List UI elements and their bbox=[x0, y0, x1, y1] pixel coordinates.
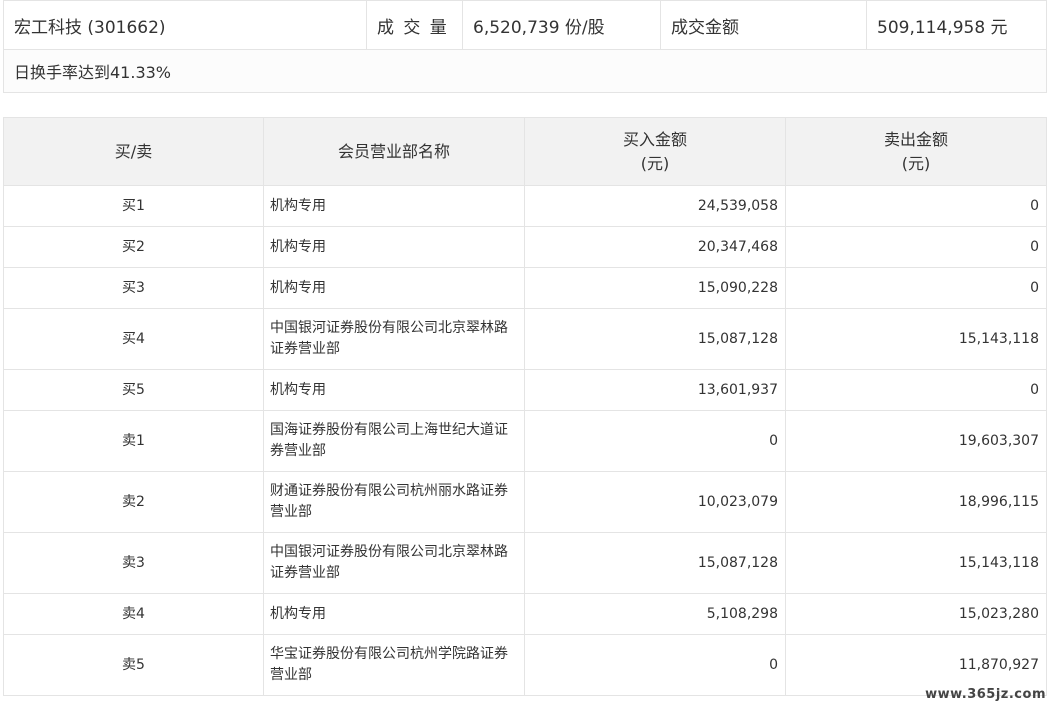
row-sell-amount: 15,143,118 bbox=[785, 308, 1047, 370]
row-sell-amount: 19,603,307 bbox=[785, 410, 1047, 472]
trading-detail-table: 买/卖 会员营业部名称 买入金额 (元) 卖出金额 (元) 买1 机构专用 24… bbox=[3, 117, 1047, 696]
row-side: 卖4 bbox=[3, 593, 264, 635]
row-sell-amount: 0 bbox=[785, 267, 1047, 309]
row-side: 买1 bbox=[3, 185, 264, 227]
row-buy-amount: 20,347,468 bbox=[524, 226, 786, 268]
amount-value: 509,114,958 元 bbox=[866, 0, 1047, 50]
row-buy-amount: 0 bbox=[524, 410, 786, 472]
row-buy-amount: 24,539,058 bbox=[524, 185, 786, 227]
row-side: 买5 bbox=[3, 369, 264, 411]
row-buy-amount: 13,601,937 bbox=[524, 369, 786, 411]
row-sell-amount: 15,023,280 bbox=[785, 593, 1047, 635]
summary-note-row: 日换手率达到41.33% bbox=[3, 49, 1047, 93]
row-member-name: 机构专用 bbox=[263, 226, 525, 268]
amount-label: 成交金额 bbox=[660, 0, 867, 50]
row-member-name: 机构专用 bbox=[263, 185, 525, 227]
row-side: 买4 bbox=[3, 308, 264, 370]
row-side: 卖3 bbox=[3, 532, 264, 594]
header-buy-amount: 买入金额 (元) bbox=[524, 117, 786, 186]
row-member-name: 财通证券股份有限公司杭州丽水路证券营业部 bbox=[263, 471, 525, 533]
row-side: 买2 bbox=[3, 226, 264, 268]
row-member-name: 机构专用 bbox=[263, 267, 525, 309]
row-buy-amount: 15,087,128 bbox=[524, 532, 786, 594]
row-side: 买3 bbox=[3, 267, 264, 309]
table-row: 卖2 财通证券股份有限公司杭州丽水路证券营业部 10,023,079 18,99… bbox=[3, 471, 1047, 533]
row-buy-amount: 15,087,128 bbox=[524, 308, 786, 370]
row-sell-amount: 0 bbox=[785, 185, 1047, 227]
row-buy-amount: 10,023,079 bbox=[524, 471, 786, 533]
row-sell-amount: 18,996,115 bbox=[785, 471, 1047, 533]
row-member-name: 机构专用 bbox=[263, 369, 525, 411]
table-row: 买1 机构专用 24,539,058 0 bbox=[3, 185, 1047, 227]
header-sell-amount: 卖出金额 (元) bbox=[785, 117, 1047, 186]
header-sell-label: 卖出金额 bbox=[883, 129, 948, 149]
summary-table: 宏工科技 (301662) 成 交 量 6,520,739 份/股 成交金额 5… bbox=[3, 0, 1047, 93]
header-side: 买/卖 bbox=[3, 117, 264, 186]
row-member-name: 机构专用 bbox=[263, 593, 525, 635]
table-row: 卖1 国海证券股份有限公司上海世纪大道证券营业部 0 19,603,307 bbox=[3, 410, 1047, 472]
row-buy-amount: 15,090,228 bbox=[524, 267, 786, 309]
row-sell-amount: 0 bbox=[785, 369, 1047, 411]
row-side: 卖1 bbox=[3, 410, 264, 472]
row-buy-amount: 5,108,298 bbox=[524, 593, 786, 635]
row-member-name: 中国银河证券股份有限公司北京翠林路证券营业部 bbox=[263, 532, 525, 594]
row-member-name: 华宝证券股份有限公司杭州学院路证券营业部 bbox=[263, 634, 525, 696]
table-header-row: 买/卖 会员营业部名称 买入金额 (元) 卖出金额 (元) bbox=[3, 117, 1047, 186]
volume-value: 6,520,739 份/股 bbox=[462, 0, 661, 50]
row-member-name: 国海证券股份有限公司上海世纪大道证券营业部 bbox=[263, 410, 525, 472]
row-buy-amount: 0 bbox=[524, 634, 786, 696]
stock-name: 宏工科技 (301662) bbox=[3, 0, 367, 50]
header-buy-unit: (元) bbox=[640, 153, 670, 173]
header-buy-label: 买入金额 bbox=[622, 129, 687, 149]
table-row: 卖3 中国银河证券股份有限公司北京翠林路证券营业部 15,087,128 15,… bbox=[3, 532, 1047, 594]
site-watermark: www.365jz.com bbox=[925, 687, 1046, 702]
turnover-note: 日换手率达到41.33% bbox=[3, 49, 1047, 93]
table-row: 买3 机构专用 15,090,228 0 bbox=[3, 267, 1047, 309]
summary-row: 宏工科技 (301662) 成 交 量 6,520,739 份/股 成交金额 5… bbox=[3, 0, 1047, 50]
volume-label: 成 交 量 bbox=[366, 0, 463, 50]
header-member: 会员营业部名称 bbox=[263, 117, 525, 186]
table-row: 买2 机构专用 20,347,468 0 bbox=[3, 226, 1047, 268]
table-row: 买4 中国银河证券股份有限公司北京翠林路证券营业部 15,087,128 15,… bbox=[3, 308, 1047, 370]
row-member-name: 中国银河证券股份有限公司北京翠林路证券营业部 bbox=[263, 308, 525, 370]
header-sell-unit: (元) bbox=[901, 153, 931, 173]
row-sell-amount: 0 bbox=[785, 226, 1047, 268]
table-row: 买5 机构专用 13,601,937 0 bbox=[3, 369, 1047, 411]
table-row: 卖4 机构专用 5,108,298 15,023,280 bbox=[3, 593, 1047, 635]
row-side: 卖5 bbox=[3, 634, 264, 696]
table-row: 卖5 华宝证券股份有限公司杭州学院路证券营业部 0 11,870,927 bbox=[3, 634, 1047, 696]
row-sell-amount: 15,143,118 bbox=[785, 532, 1047, 594]
row-side: 卖2 bbox=[3, 471, 264, 533]
